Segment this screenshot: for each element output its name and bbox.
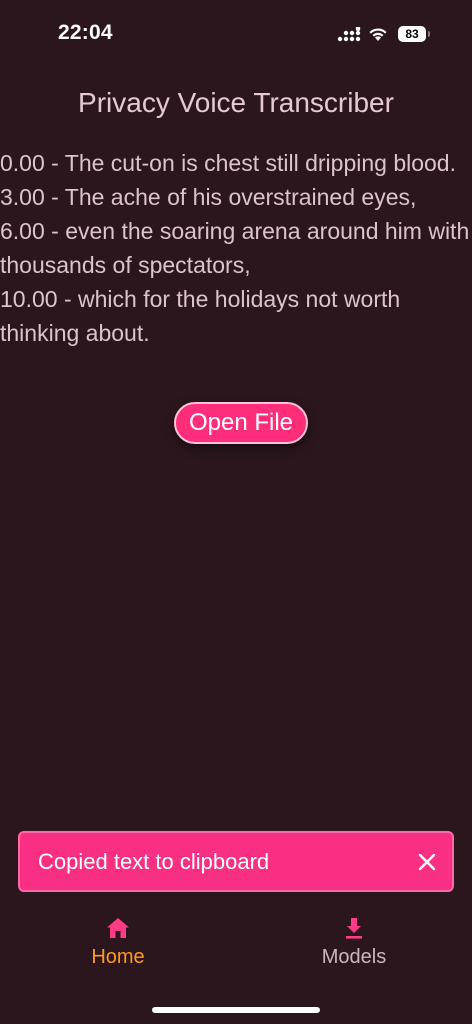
nav-item-home[interactable]: Home xyxy=(58,905,178,975)
download-icon xyxy=(346,918,362,939)
home-icon xyxy=(107,918,129,938)
battery-icon: 83 xyxy=(398,26,430,42)
home-indicator[interactable] xyxy=(152,1007,320,1013)
status-bar: 22:04 83 xyxy=(0,0,472,66)
close-icon[interactable] xyxy=(418,853,436,871)
page-title: Privacy Voice Transcriber xyxy=(78,87,394,118)
transcript-text: 0.00 - The cut-on is chest still drippin… xyxy=(0,146,472,350)
nav-item-models[interactable]: Models xyxy=(294,905,414,975)
nav-label-models: Models xyxy=(321,946,387,968)
transcript-line: 3.00 - The ache of his overstrained eyes… xyxy=(0,184,417,210)
snackbar: Copied text to clipboard xyxy=(18,831,454,892)
signal-icon xyxy=(337,26,361,41)
transcript-line: 10.00 - which for the holidays not worth… xyxy=(0,286,401,346)
snackbar-message: Copied text to clipboard xyxy=(38,848,270,874)
transcript-line: 6.00 - even the soaring arena around him… xyxy=(0,218,470,278)
bottom-navigation: Home Models xyxy=(0,905,472,995)
status-icons: 83 xyxy=(337,24,430,44)
nav-label-home: Home xyxy=(91,946,145,968)
status-time: 22:04 xyxy=(58,21,113,44)
battery-level: 83 xyxy=(405,27,419,41)
wifi-icon xyxy=(369,27,387,41)
transcript-line: 0.00 - The cut-on is chest still drippin… xyxy=(0,150,456,176)
open-file-button[interactable]: Open File xyxy=(174,402,308,444)
